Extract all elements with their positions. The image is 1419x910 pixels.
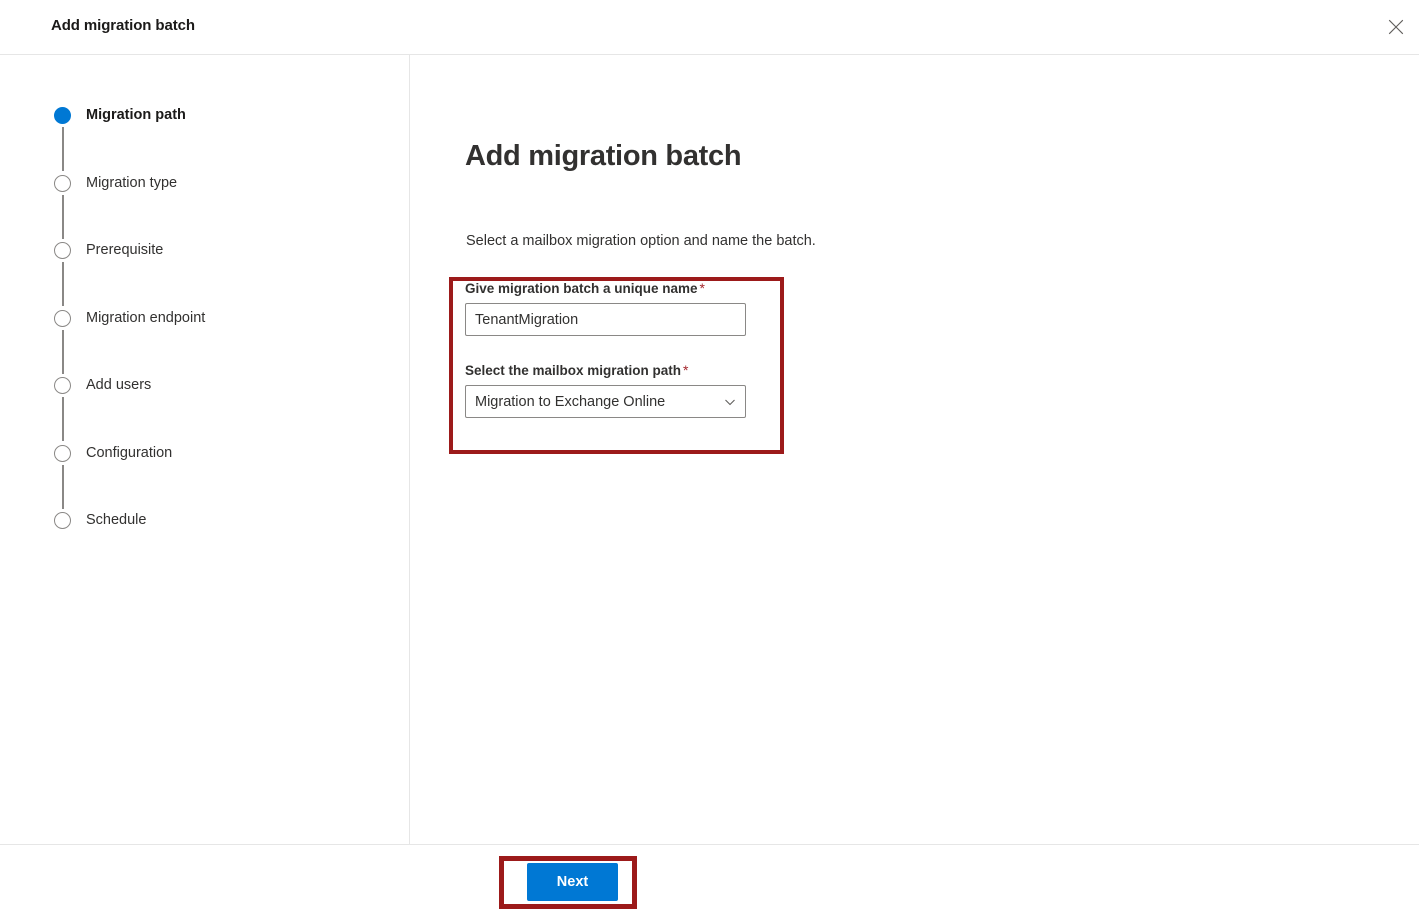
step-dot-icon (54, 107, 71, 124)
step-configuration[interactable]: Configuration (52, 441, 382, 509)
step-dot-icon (54, 309, 71, 327)
step-connector (61, 464, 64, 509)
required-asterisk: * (699, 280, 705, 296)
field-spacer (465, 336, 765, 361)
step-dot-icon (54, 444, 71, 462)
step-marker (52, 373, 73, 441)
main-panel: Add migration batch Select a mailbox mig… (411, 55, 1419, 844)
step-label: Migration type (86, 174, 178, 191)
page-description: Select a mailbox migration option and na… (466, 233, 816, 249)
step-marker (52, 171, 73, 239)
migration-path-label: Select the mailbox migration path * (465, 361, 765, 380)
step-label: Prerequisite (86, 242, 164, 258)
wizard-stepper: Migration path Migration type Prerequisi… (52, 103, 382, 538)
step-marker (52, 441, 73, 509)
step-label: Schedule (86, 512, 147, 528)
step-connector (61, 397, 64, 441)
step-label: Configuration (86, 444, 173, 461)
step-dot-icon (54, 174, 71, 192)
step-connector (61, 329, 64, 374)
step-label: Migration path (86, 107, 186, 123)
step-add-users[interactable]: Add users (52, 373, 382, 441)
page-title: Add migration batch (465, 140, 742, 173)
step-label: Migration endpoint (86, 309, 206, 326)
window-title: Add migration batch (51, 17, 195, 34)
required-asterisk: * (683, 362, 689, 378)
step-dot-icon (54, 242, 71, 259)
step-dot-icon (54, 377, 71, 394)
step-label: Add users (86, 377, 152, 393)
batch-name-label: Give migration batch a unique name * (465, 279, 765, 298)
step-migration-type[interactable]: Migration type (52, 171, 382, 239)
step-marker (52, 306, 73, 374)
migration-path-label-text: Select the mailbox migration path (465, 363, 682, 378)
batch-name-input[interactable] (465, 303, 746, 336)
batch-name-label-text: Give migration batch a unique name (465, 281, 698, 296)
step-prerequisite[interactable]: Prerequisite (52, 238, 382, 306)
window-header: Add migration batch (0, 0, 1419, 55)
migration-path-dropdown[interactable]: Migration to Exchange Online (465, 385, 746, 418)
next-button[interactable]: Next (527, 863, 618, 901)
close-button[interactable] (1373, 0, 1419, 54)
step-marker (52, 508, 73, 529)
close-icon (1388, 19, 1404, 35)
step-marker (52, 238, 73, 306)
step-connector (61, 127, 64, 171)
step-marker (52, 103, 73, 171)
migration-path-form: Give migration batch a unique name* Sele… (465, 279, 765, 418)
step-schedule[interactable]: Schedule (52, 508, 382, 538)
migration-path-select-wrap: Migration to Exchange Online (465, 385, 746, 418)
step-dot-icon (54, 512, 71, 529)
footer-bar: Next (0, 844, 1419, 910)
migration-path-selected-value: Migration to Exchange Online (475, 393, 666, 410)
step-connector (61, 262, 64, 306)
step-connector (61, 194, 64, 239)
chevron-down-icon (725, 399, 735, 405)
step-migration-path[interactable]: Migration path (52, 103, 382, 171)
step-migration-endpoint[interactable]: Migration endpoint (52, 306, 382, 374)
stepper-rail: Migration path Migration type Prerequisi… (0, 55, 410, 844)
